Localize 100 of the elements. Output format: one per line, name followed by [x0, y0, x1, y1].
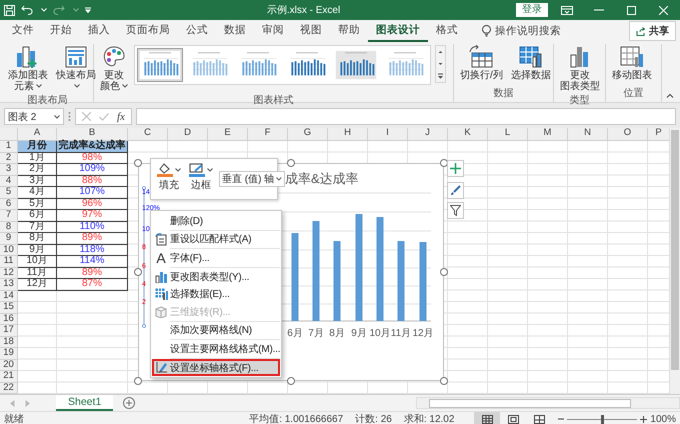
row-header[interactable]: 4 — [0, 176, 18, 187]
axis-label: 6月 — [287, 328, 303, 339]
ribbon-button[interactable]: 切换行/列 — [458, 44, 505, 82]
chart-style-thumbnail[interactable] — [333, 48, 379, 82]
column-header[interactable]: L — [488, 128, 528, 141]
maximize-icon[interactable] — [626, 6, 636, 14]
vertical-scrollbar[interactable] — [669, 128, 680, 394]
row-header[interactable]: 13 — [0, 279, 18, 290]
column-header[interactable]: H — [328, 128, 368, 141]
column-header[interactable]: I — [368, 128, 408, 141]
row-header[interactable]: 10 — [0, 244, 18, 256]
save-icon[interactable] — [4, 4, 15, 16]
zoom-slider-thumb[interactable] — [600, 414, 604, 424]
ribbon-button[interactable]: 添加图表 元素 — [6, 44, 50, 93]
ribbon-tab[interactable]: 格式 — [428, 20, 466, 42]
filter-button[interactable] — [447, 202, 464, 219]
tell-me-search[interactable]: 操作说明搜索 — [495, 24, 561, 38]
column-header[interactable]: E — [208, 128, 248, 141]
ribbon-button[interactable]: 选择数据 — [508, 44, 553, 82]
chart-elements-button[interactable] — [447, 160, 464, 177]
ribbon-tab[interactable]: 文件 — [4, 20, 42, 42]
row-header[interactable]: 3 — [0, 164, 18, 176]
ribbon-tab[interactable]: 数据 — [216, 20, 254, 42]
ribbon-tab[interactable]: 帮助 — [330, 20, 368, 42]
axis-label: 10月 — [369, 328, 391, 339]
add-sheet-icon[interactable] — [123, 397, 136, 409]
menu-item[interactable]: 选择数据(E)... — [152, 285, 280, 303]
row-header[interactable]: 12 — [0, 268, 18, 279]
row-header[interactable]: 7 — [0, 210, 18, 222]
name-box[interactable]: 图表 2 — [4, 108, 64, 125]
column-header[interactable]: G — [288, 128, 328, 141]
row-header[interactable]: 1 — [0, 141, 18, 152]
menu-item[interactable]: 重设以匹配样式(A) — [152, 230, 280, 248]
zoom-level[interactable]: 100% — [650, 414, 676, 424]
outline-button[interactable]: 边框 — [187, 163, 215, 195]
column-header[interactable]: A — [18, 128, 57, 141]
sheet-tab[interactable]: Sheet1 — [56, 395, 114, 411]
ribbon-display-icon[interactable] — [561, 6, 573, 14]
insert-function-button[interactable]: fx — [117, 110, 125, 122]
row-header[interactable]: 19 — [0, 348, 18, 360]
ribbon-tab[interactable]: 审阅 — [254, 20, 292, 42]
column-header[interactable]: K — [448, 128, 488, 141]
row-header[interactable]: 16 — [0, 314, 18, 325]
row-header[interactable]: 18 — [0, 336, 18, 348]
column-header[interactable]: D — [168, 128, 208, 141]
ribbon-tab[interactable]: 插入 — [80, 20, 118, 42]
column-header[interactable]: O — [608, 128, 648, 141]
ribbon-button[interactable]: 更改 颜色 — [98, 44, 130, 93]
row-header[interactable]: 5 — [0, 187, 18, 198]
row-header[interactable]: 22 — [0, 382, 18, 394]
fill-button[interactable]: 填充 — [155, 163, 183, 195]
redo-icon[interactable] — [53, 5, 65, 15]
formula-field[interactable] — [136, 108, 676, 125]
chart-styles-button[interactable] — [447, 182, 464, 199]
view-button[interactable] — [474, 412, 500, 424]
row-header[interactable]: 15 — [0, 302, 18, 314]
ribbon-tab[interactable]: 页面布局 — [118, 20, 178, 42]
ribbon-tab[interactable]: 开始 — [42, 20, 80, 42]
menu-item[interactable]: 添加次要网格线(N) — [152, 322, 280, 340]
menu-item[interactable]: 更改图表类型(Y)... — [152, 268, 280, 286]
horizontal-scrollbar[interactable] — [416, 397, 680, 409]
chart-element-dropdown[interactable]: 垂直 (值) 轴 — [219, 171, 285, 187]
ribbon-tab[interactable]: 公式 — [178, 20, 216, 42]
chart-style-thumbnail[interactable] — [137, 48, 183, 82]
column-header[interactable]: M — [528, 128, 568, 141]
menu-item[interactable]: 设置主要网格线格式(M)... — [152, 340, 280, 358]
move-chart-icon — [619, 45, 645, 69]
ribbon-tab[interactable]: 视图 — [292, 20, 330, 42]
row-header[interactable]: 8 — [0, 222, 18, 233]
caret-icon — [276, 177, 282, 181]
ribbon-button[interactable]: 更改 图表类型 — [558, 44, 602, 93]
sign-in-button[interactable]: 登录 — [516, 3, 548, 17]
close-icon[interactable] — [658, 6, 668, 14]
row-header[interactable]: 21 — [0, 371, 18, 382]
share-button[interactable]: 共享 — [629, 21, 676, 41]
group-label: 位置 — [622, 86, 644, 101]
zoom-in-icon[interactable] — [640, 416, 648, 422]
menu-item[interactable]: A 字体(F)... — [152, 249, 280, 267]
row-header[interactable]: 14 — [0, 290, 18, 302]
minimize-icon[interactable] — [594, 9, 604, 11]
column-header[interactable]: F — [248, 128, 288, 141]
select-data-icon — [518, 45, 544, 69]
row-header[interactable]: 2 — [0, 152, 18, 164]
row-header[interactable]: 9 — [0, 233, 18, 244]
row-header[interactable]: 6 — [0, 198, 18, 210]
collapse-ribbon-icon[interactable] — [666, 93, 674, 98]
menu-item[interactable]: 设置坐标轴格式(F)... — [152, 358, 280, 376]
column-header[interactable]: C — [128, 128, 168, 141]
row-header[interactable]: 17 — [0, 325, 18, 336]
undo-icon[interactable] — [21, 5, 33, 15]
ribbon-button[interactable]: 移动图表 — [610, 44, 654, 82]
menu-item[interactable]: 删除(D) — [152, 212, 280, 230]
row-header[interactable]: 20 — [0, 360, 18, 371]
column-header[interactable]: J — [408, 128, 448, 141]
customize-toolbar-icon[interactable] — [85, 7, 91, 13]
zoom-out-icon[interactable] — [558, 416, 564, 422]
column-header[interactable]: N — [568, 128, 608, 141]
ribbon-button[interactable]: 快速布局 — [54, 44, 98, 93]
row-header[interactable]: 11 — [0, 256, 18, 268]
column-header[interactable]: P — [648, 128, 670, 141]
